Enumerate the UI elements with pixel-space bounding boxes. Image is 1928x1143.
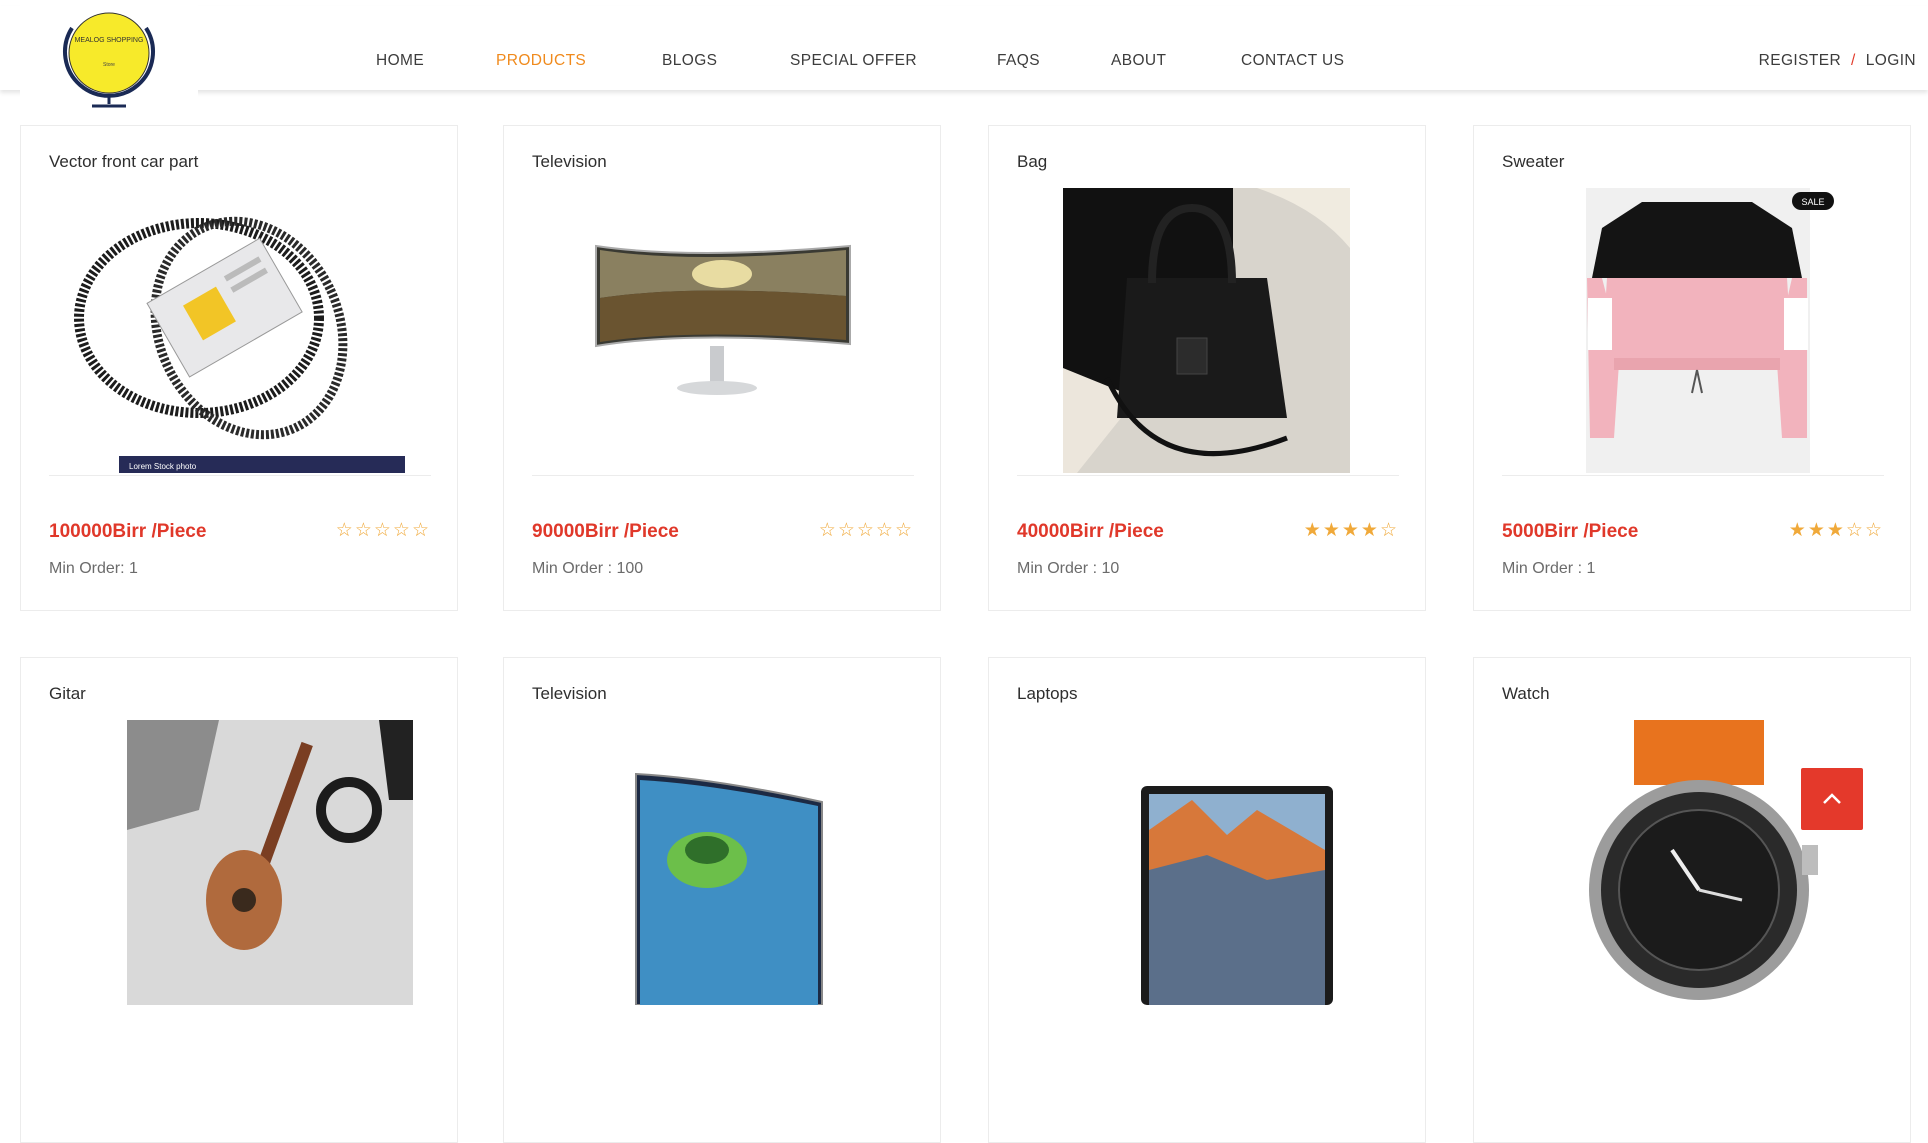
register-link[interactable]: REGISTER bbox=[1759, 52, 1841, 69]
chevron-up-icon bbox=[1823, 793, 1841, 804]
star-empty-icon: ☆ bbox=[392, 520, 412, 541]
min-order: Min Order : 10 bbox=[1017, 560, 1120, 577]
star-empty-icon: ☆ bbox=[411, 520, 431, 541]
sweater-image[interactable]: SALE bbox=[1502, 188, 1884, 473]
nav-about[interactable]: ABOUT bbox=[1111, 52, 1166, 70]
star-filled-icon: ★ bbox=[1826, 520, 1846, 541]
product-price: 5000Birr /Piece bbox=[1502, 521, 1639, 542]
product-title[interactable]: Watch bbox=[1502, 684, 1550, 704]
product-title[interactable]: Bag bbox=[1017, 152, 1047, 172]
nav-special-offer[interactable]: SPECIAL OFFER bbox=[790, 52, 917, 70]
product-card[interactable]: Laptops bbox=[988, 657, 1426, 1143]
star-empty-icon: ☆ bbox=[818, 520, 838, 541]
star-empty-icon: ☆ bbox=[354, 520, 374, 541]
nav-products[interactable]: PRODUCTS bbox=[496, 52, 586, 70]
product-title[interactable]: Gitar bbox=[49, 684, 86, 704]
product-card[interactable]: Bag 40000Birr /Piece ★★★★☆ Min Order : 1… bbox=[988, 125, 1426, 611]
product-price: 100000Birr /Piece bbox=[49, 521, 207, 542]
star-empty-icon: ☆ bbox=[894, 520, 914, 541]
card-divider bbox=[1017, 475, 1399, 476]
star-filled-icon: ★ bbox=[1807, 520, 1827, 541]
star-rating: ☆☆☆☆☆ bbox=[336, 519, 431, 542]
product-card[interactable]: Watch bbox=[1473, 657, 1911, 1143]
star-filled-icon: ★ bbox=[1341, 520, 1361, 541]
sale-badge: SALE bbox=[1801, 197, 1824, 207]
auth-links: REGISTER / LOGIN bbox=[1759, 52, 1916, 70]
star-filled-icon: ★ bbox=[1788, 520, 1808, 541]
curved-tv-image[interactable] bbox=[532, 720, 914, 1005]
card-divider bbox=[49, 475, 431, 476]
star-rating: ★★★★☆ bbox=[1304, 519, 1399, 542]
product-price: 40000Birr /Piece bbox=[1017, 521, 1164, 542]
product-price: 90000Birr /Piece bbox=[532, 521, 679, 542]
product-title[interactable]: Sweater bbox=[1502, 152, 1564, 172]
login-link[interactable]: LOGIN bbox=[1866, 52, 1916, 69]
ukulele-image[interactable] bbox=[49, 720, 431, 1005]
star-filled-icon: ★ bbox=[1360, 520, 1380, 541]
product-card[interactable]: Television 90000Birr /Piece ☆☆☆☆☆ Min Or… bbox=[503, 125, 941, 611]
star-filled-icon: ★ bbox=[1322, 520, 1342, 541]
star-filled-icon: ★ bbox=[1303, 520, 1323, 541]
star-empty-icon: ☆ bbox=[837, 520, 857, 541]
min-order: Min Order: 1 bbox=[49, 560, 138, 577]
card-divider bbox=[532, 475, 914, 476]
star-empty-icon: ☆ bbox=[1864, 520, 1884, 541]
auth-separator: / bbox=[1851, 52, 1856, 69]
product-card[interactable]: Gitar bbox=[20, 657, 458, 1143]
product-title[interactable]: Television bbox=[532, 152, 607, 172]
smartwatch-image[interactable] bbox=[1502, 720, 1884, 1005]
min-order: Min Order : 100 bbox=[532, 560, 644, 577]
product-title[interactable]: Television bbox=[532, 684, 607, 704]
nav-home[interactable]: HOME bbox=[376, 52, 424, 70]
laptop-image[interactable] bbox=[1017, 720, 1399, 1005]
star-empty-icon: ☆ bbox=[856, 520, 876, 541]
star-empty-icon: ☆ bbox=[335, 520, 355, 541]
star-rating: ★★★☆☆ bbox=[1789, 519, 1884, 542]
car-belt-image[interactable]: Lorem Stock photo bbox=[49, 188, 431, 473]
nav-blogs[interactable]: BLOGS bbox=[662, 52, 717, 70]
star-empty-icon: ☆ bbox=[875, 520, 895, 541]
nav-faqs[interactable]: FAQS bbox=[997, 52, 1040, 70]
product-title[interactable]: Vector front car part bbox=[49, 152, 198, 172]
image-caption: Lorem Stock photo bbox=[129, 462, 197, 471]
card-divider bbox=[1502, 475, 1884, 476]
logo-tagline: Store bbox=[103, 62, 115, 68]
nav-contact-us[interactable]: CONTACT US bbox=[1241, 52, 1344, 70]
site-header: HOME PRODUCTS BLOGS SPECIAL OFFER FAQS A… bbox=[0, 6, 1928, 90]
logo-text: MEALOG SHOPPING bbox=[75, 37, 144, 44]
product-title[interactable]: Laptops bbox=[1017, 684, 1078, 704]
star-rating: ☆☆☆☆☆ bbox=[819, 519, 914, 542]
curved-monitor-image[interactable] bbox=[532, 188, 914, 473]
star-empty-icon: ☆ bbox=[1845, 520, 1865, 541]
min-order: Min Order : 1 bbox=[1502, 560, 1596, 577]
product-card[interactable]: Vector front car part Lorem Stock photo … bbox=[20, 125, 458, 611]
product-card[interactable]: Television bbox=[503, 657, 941, 1143]
scroll-to-top-button[interactable] bbox=[1801, 768, 1863, 830]
site-logo[interactable]: MEALOG SHOPPING Store bbox=[20, 0, 198, 112]
product-card[interactable]: Sweater SALE 5000Birr /Piece ★★★☆☆ Min O… bbox=[1473, 125, 1911, 611]
handbag-image[interactable] bbox=[1017, 188, 1399, 473]
star-empty-icon: ☆ bbox=[373, 520, 393, 541]
star-empty-icon: ☆ bbox=[1379, 520, 1399, 541]
